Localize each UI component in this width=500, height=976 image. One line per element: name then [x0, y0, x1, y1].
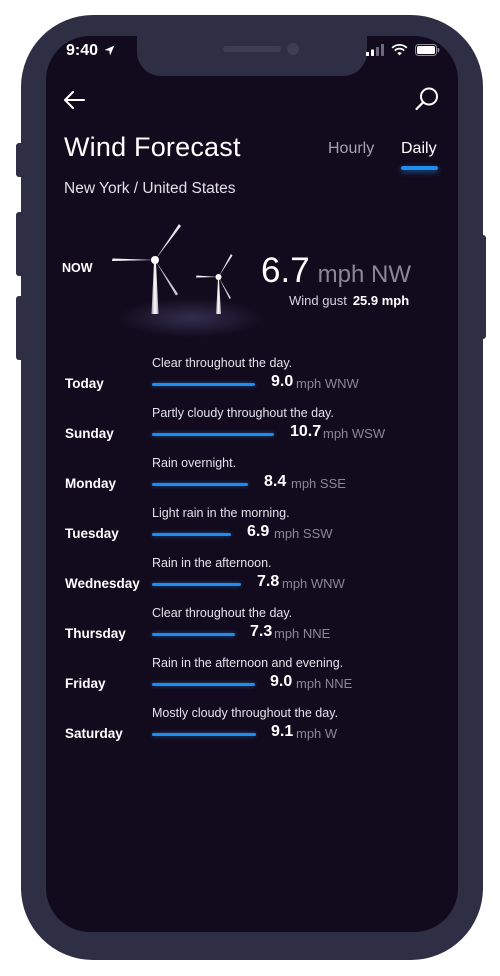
status-time: 9:40	[66, 42, 115, 60]
forecast-row-friday[interactable]: Friday Rain in the afternoon and evening…	[46, 656, 458, 706]
speaker-grille	[223, 46, 281, 52]
wind-speed-bar	[152, 433, 274, 436]
active-tab-indicator	[401, 166, 438, 170]
location-arrow-icon	[105, 45, 115, 56]
side-button-silent	[16, 143, 24, 177]
wind-gust-value: 25.9 mph	[352, 293, 410, 308]
app-screen: 9:40 Wind Forecast Hourly Daily New York…	[46, 36, 458, 932]
day-wind-speed: 9.0	[271, 373, 294, 390]
day-name: Tuesday	[65, 526, 119, 541]
cellular-signal-icon	[366, 44, 384, 56]
day-description: Partly cloudy throughout the day.	[152, 406, 334, 420]
side-button-power	[478, 235, 486, 339]
tab-daily[interactable]: Daily	[401, 140, 437, 158]
day-wind-speed: 10.7	[290, 423, 322, 440]
day-name: Saturday	[65, 726, 123, 741]
now-label: NOW	[62, 261, 93, 275]
current-wind: 6.7 mph NW	[261, 251, 411, 291]
wind-speed-bar	[152, 483, 248, 486]
day-description: Rain in the afternoon.	[152, 556, 272, 570]
day-wind-unit: mph NNE	[296, 676, 353, 691]
forecast-row-monday[interactable]: Monday Rain overnight. 8.4 mph SSE	[46, 456, 458, 506]
wind-speed-bar	[152, 383, 255, 386]
wifi-icon	[391, 44, 408, 56]
notch	[137, 36, 367, 76]
day-name: Sunday	[65, 426, 114, 441]
day-wind-unit: mph WNW	[282, 576, 345, 591]
search-icon	[415, 87, 438, 111]
status-icons	[366, 44, 440, 56]
current-wind-unit: mph NW	[317, 261, 411, 288]
status-time-text: 9:40	[66, 42, 99, 59]
front-camera	[287, 43, 299, 55]
arrow-left-icon	[64, 91, 85, 109]
search-button[interactable]	[414, 86, 440, 112]
day-description: Rain in the afternoon and evening.	[152, 656, 344, 670]
day-wind-speed: 7.3	[250, 623, 273, 640]
day-wind-speed: 8.4	[264, 473, 287, 490]
wind-gust: Wind gust 25.9 mph	[289, 293, 409, 308]
day-wind-unit: mph W	[296, 726, 338, 741]
forecast-row-saturday[interactable]: Saturday Mostly cloudy throughout the da…	[46, 706, 458, 756]
side-button-volume-down	[16, 296, 24, 360]
wind-speed-bar	[152, 683, 255, 686]
day-name: Friday	[65, 676, 106, 691]
forecast-row-wednesday[interactable]: Wednesday Rain in the afternoon. 7.8 mph…	[46, 556, 458, 606]
day-wind-unit: mph SSW	[274, 526, 333, 541]
wind-gust-label: Wind gust	[289, 293, 347, 308]
wind-speed-bar	[152, 733, 256, 736]
day-name: Today	[65, 376, 104, 391]
day-name: Monday	[65, 476, 117, 491]
day-description: Clear throughout the day.	[152, 356, 293, 370]
page-title: Wind Forecast	[64, 132, 241, 162]
day-wind-unit: mph NNE	[274, 626, 331, 641]
day-description: Clear throughout the day.	[152, 606, 293, 620]
battery-icon	[415, 44, 440, 56]
wind-speed-bar	[152, 633, 235, 636]
side-button-volume-up	[16, 212, 24, 276]
day-wind-speed: 7.8	[257, 573, 280, 590]
forecast-row-tuesday[interactable]: Tuesday Light rain in the morning. 6.9 m…	[46, 506, 458, 556]
wind-speed-bar	[152, 583, 241, 586]
location-label: New York / United States	[64, 180, 236, 197]
day-wind-speed: 9.0	[270, 673, 293, 690]
day-description: Light rain in the morning.	[152, 506, 290, 520]
day-name: Thursday	[65, 626, 126, 641]
day-wind-unit: mph SSE	[291, 476, 346, 491]
current-wind-speed: 6.7	[261, 251, 310, 290]
forecast-row-today[interactable]: Today Clear throughout the day. 9.0 mph …	[46, 356, 458, 406]
day-wind-unit: mph WSW	[323, 426, 386, 441]
day-wind-speed: 6.9	[247, 523, 270, 540]
day-wind-speed: 9.1	[271, 723, 294, 740]
day-name: Wednesday	[65, 576, 140, 591]
forecast-row-sunday[interactable]: Sunday Partly cloudy throughout the day.…	[46, 406, 458, 456]
back-button[interactable]	[62, 89, 90, 111]
forecast-row-thursday[interactable]: Thursday Clear throughout the day. 7.3 m…	[46, 606, 458, 656]
day-description: Rain overnight.	[152, 456, 237, 470]
wind-speed-bar	[152, 533, 231, 536]
day-description: Mostly cloudy throughout the day.	[152, 706, 338, 720]
day-wind-unit: mph WNW	[296, 376, 359, 391]
tab-hourly[interactable]: Hourly	[328, 140, 374, 158]
wind-turbines-illustration	[112, 224, 233, 314]
